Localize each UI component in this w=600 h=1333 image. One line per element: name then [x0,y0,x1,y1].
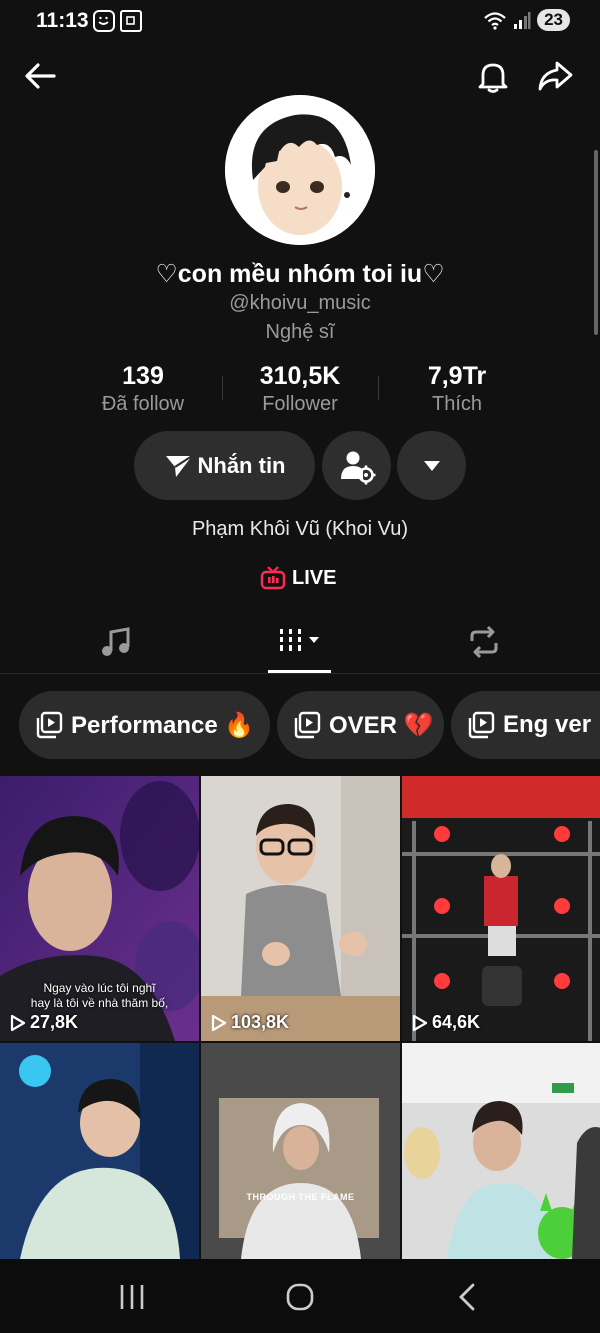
status-bar: 11:13 23 [0,0,600,44]
video-caption-line: hay là tôi về nhà thăm bố, [30,996,169,1010]
profile-tabs [0,610,600,674]
wifi-icon [484,12,506,30]
play-icon [211,1014,227,1031]
playlist-chip-over[interactable]: OVER 💔 [277,691,444,759]
bell-icon [478,63,508,93]
video-tile[interactable]: THROUGH THE FLAME [201,1043,400,1259]
tab-music[interactable] [16,610,216,674]
video-tile[interactable] [402,1043,600,1259]
avatar[interactable] [225,95,375,245]
status-time: 11:13 [36,9,89,32]
video-views-count: 103,8K [231,1012,290,1032]
system-nav-bar [0,1259,600,1333]
playlist-chip-label: Eng ver [503,711,592,738]
playlist-icon [36,711,63,739]
video-thumbnail [0,1043,199,1259]
screenshot-notification-icon [120,10,142,32]
scrollbar-thumb[interactable] [594,150,598,335]
display-name: Phạm Khôi Vũ (Khoi Vu) [191,518,409,540]
video-views: 64,6K [412,1012,480,1033]
manage-relationship-button[interactable] [322,431,391,500]
message-button[interactable]: Nhắn tin [134,431,315,500]
home-circle-icon [286,1283,314,1311]
playlist-icon [468,711,495,739]
status-right: 23 [483,9,570,31]
grid-filter-icon [280,629,319,651]
signal-icon [514,12,531,29]
video-thumbnail [402,776,600,1041]
tv-icon [260,566,286,590]
playlist-chip-label: OVER 💔 [329,711,434,739]
share-arrow-icon [538,61,573,91]
caret-down-icon [423,460,440,471]
video-views: 103,8K [211,1012,289,1033]
video-views: 27,8K [10,1012,78,1033]
stat-likes-value: 7,9Tr [427,362,487,390]
video-thumbnail [402,1043,600,1259]
stat-likes[interactable]: 7,9Tr Thích [377,362,537,416]
more-options-button[interactable] [397,431,466,500]
back-arrow-button[interactable] [22,58,58,94]
notifications-button[interactable] [475,58,511,94]
video-thumbnail [201,776,400,1041]
playlist-chip-performance[interactable]: Performance 🔥 [19,691,270,759]
arrow-left-icon [25,63,56,89]
video-overlay-text: THROUGH THE FLAME [246,1192,355,1202]
playlist-icon [294,711,321,739]
video-tile[interactable]: 103,8K [201,776,400,1041]
playlist-chip-eng-ver[interactable]: Eng ver [451,691,600,759]
play-icon [10,1014,26,1031]
live-label: LIVE [292,566,337,589]
video-caption-line: Ngay vào lúc tôi nghĩ [43,981,156,995]
stat-followers-label: Follower [262,393,338,415]
stat-likes-label: Thích [431,393,483,415]
recents-button[interactable] [112,1277,152,1317]
play-icon [412,1014,428,1031]
back-chevron-icon [459,1283,475,1311]
live-link[interactable]: LIVE [260,566,336,590]
battery-badge: 23 [537,9,570,31]
home-button[interactable] [280,1277,320,1317]
playlist-chip-label: Performance 🔥 [71,711,255,739]
tab-videos[interactable] [200,610,400,674]
video-thumbnail [201,1043,400,1259]
music-note-icon [102,627,130,656]
video-views-count: 64,6K [432,1012,481,1032]
stat-followers-value: 310,5K [259,362,341,390]
send-icon [165,454,193,477]
recents-icon [120,1285,144,1309]
message-button-label: Nhắn tin [197,452,286,478]
profile-name: ♡con mều nhóm toi iu♡ [155,260,445,288]
share-profile-button[interactable] [537,58,573,94]
video-tile[interactable]: 64,6K [402,776,600,1041]
video-views-count: 27,8K [30,1012,79,1032]
stat-following[interactable]: 139 Đã follow [63,362,223,416]
emoji-notification-icon [93,10,115,32]
repost-icon [470,625,498,659]
system-back-button[interactable] [448,1277,488,1317]
avatar-illustration [225,95,375,245]
profile-handle: @khoivu_music [229,292,371,314]
tab-reposts[interactable] [384,610,584,674]
stat-following-label: Đã follow [101,393,185,415]
video-tile[interactable]: Ngay vào lúc tôi nghĩ hay là tôi về nhà … [0,776,199,1041]
stat-followers[interactable]: 310,5K Follower [220,362,380,416]
video-tile[interactable] [0,1043,199,1259]
tabs-divider [0,673,600,674]
stat-following-value: 139 [122,362,164,390]
video-caption: Ngay vào lúc tôi nghĩ hay là tôi về nhà … [0,981,199,1011]
user-settings-icon [340,451,375,484]
profile-category: Nghệ sĩ [265,321,335,343]
